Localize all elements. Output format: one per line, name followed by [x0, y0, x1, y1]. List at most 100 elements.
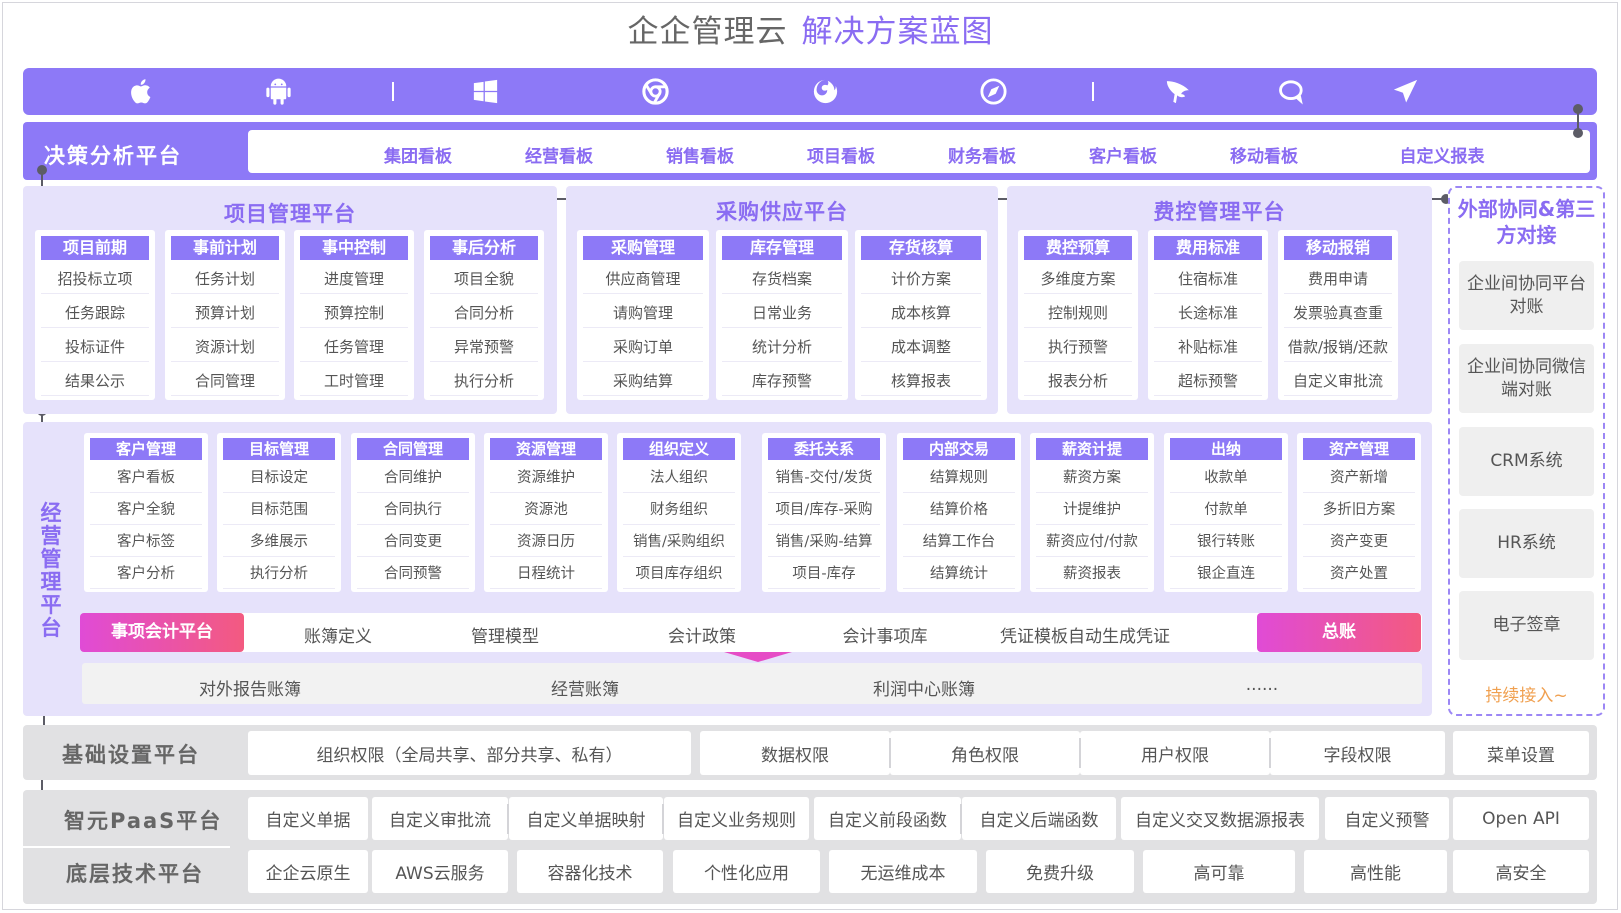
module-item[interactable]: 合同维护 [357, 464, 469, 493]
tech-item[interactable]: 个性化应用 [673, 850, 820, 893]
module-item[interactable]: 销售/采购组织 [623, 528, 735, 557]
module-item[interactable]: 采购订单 [583, 332, 703, 362]
module-item[interactable]: 统计分析 [722, 332, 842, 362]
module-item[interactable]: 合同变更 [357, 528, 469, 557]
module-item[interactable]: 合同预警 [357, 560, 469, 589]
module-item[interactable]: 发票验真查重 [1284, 298, 1392, 328]
module-item[interactable]: 资源计划 [171, 332, 279, 362]
module-header[interactable]: 费用标准 [1154, 236, 1262, 260]
paas-item[interactable]: 自定义后端函数 [962, 797, 1116, 840]
module-item[interactable]: 采购结算 [583, 366, 703, 396]
module-header[interactable]: 费控预算 [1024, 236, 1132, 260]
ledger-item[interactable]: 对外报告账簿 [199, 675, 301, 700]
module-item[interactable]: 成本核算 [861, 298, 981, 328]
module-header[interactable]: 内部交易 [903, 438, 1015, 460]
decision-item[interactable]: 财务看板 [948, 142, 1016, 167]
module-item[interactable]: 招投标立项 [41, 264, 149, 294]
module-item[interactable]: 库存预警 [722, 366, 842, 396]
module-item[interactable]: 任务计划 [171, 264, 279, 294]
ledger-item[interactable]: 利润中心账簿 [873, 675, 975, 700]
module-item[interactable]: 任务跟踪 [41, 298, 149, 328]
module-header[interactable]: 客户管理 [90, 438, 202, 460]
module-item[interactable]: 付款单 [1170, 496, 1282, 525]
module-item[interactable]: 任务管理 [300, 332, 408, 362]
paas-item[interactable]: 自定义审批流 [372, 797, 508, 840]
tech-item[interactable]: 免费升级 [986, 850, 1134, 893]
paas-item[interactable]: Open API [1453, 797, 1589, 840]
module-item[interactable]: 客户看板 [90, 464, 202, 493]
decision-item[interactable]: 经营看板 [525, 142, 593, 167]
module-item[interactable]: 工时管理 [300, 366, 408, 396]
decision-item[interactable]: 客户看板 [1089, 142, 1157, 167]
module-item[interactable]: 长途标准 [1154, 298, 1262, 328]
module-item[interactable]: 销售/采购-结算 [768, 528, 880, 557]
accounting-item[interactable]: 凭证模板自动生成凭证 [1000, 622, 1170, 647]
module-item[interactable]: 财务组织 [623, 496, 735, 525]
module-item[interactable]: 控制规则 [1024, 298, 1132, 328]
module-item[interactable]: 收款单 [1170, 464, 1282, 493]
module-header[interactable]: 资产管理 [1303, 438, 1415, 460]
module-item[interactable]: 资产处置 [1303, 560, 1415, 589]
module-item[interactable]: 费用申请 [1284, 264, 1392, 294]
external-item[interactable]: 电子签章 [1459, 591, 1594, 660]
module-item[interactable]: 借款/报销/还款 [1284, 332, 1392, 362]
paas-item[interactable]: 自定义单据 [248, 797, 368, 840]
module-item[interactable]: 结算价格 [903, 496, 1015, 525]
module-header[interactable]: 委托关系 [768, 438, 880, 460]
module-item[interactable]: 超标预警 [1154, 366, 1262, 396]
module-header[interactable]: 存货核算 [861, 236, 981, 260]
module-header[interactable]: 采购管理 [583, 236, 703, 260]
module-item[interactable]: 合同执行 [357, 496, 469, 525]
module-header[interactable]: 事后分析 [430, 236, 538, 260]
module-item[interactable]: 执行预警 [1024, 332, 1132, 362]
module-item[interactable]: 补贴标准 [1154, 332, 1262, 362]
tech-item[interactable]: 无运维成本 [829, 850, 977, 893]
module-item[interactable]: 多维展示 [223, 528, 335, 557]
accounting-item[interactable]: 会计政策 [668, 622, 736, 647]
decision-item[interactable]: 项目看板 [807, 142, 875, 167]
module-item[interactable]: 目标范围 [223, 496, 335, 525]
basic-item[interactable]: 菜单设置 [1453, 731, 1589, 775]
basic-item[interactable]: 数据权限 [700, 731, 890, 775]
module-item[interactable]: 目标设定 [223, 464, 335, 493]
external-item[interactable]: HR系统 [1459, 509, 1594, 578]
paas-item[interactable]: 自定义业务规则 [664, 797, 809, 840]
module-item[interactable]: 客户分析 [90, 560, 202, 589]
basic-item[interactable]: 角色权限 [890, 731, 1080, 775]
module-item[interactable]: 投标证件 [41, 332, 149, 362]
module-item[interactable]: 银企直连 [1170, 560, 1282, 589]
module-item[interactable]: 项目-库存 [768, 560, 880, 589]
external-item[interactable]: CRM系统 [1459, 427, 1594, 496]
module-item[interactable]: 客户标签 [90, 528, 202, 557]
module-item[interactable]: 结算工作台 [903, 528, 1015, 557]
module-header[interactable]: 合同管理 [357, 438, 469, 460]
basic-item[interactable]: 字段权限 [1270, 731, 1445, 775]
basic-item[interactable]: 用户权限 [1080, 731, 1270, 775]
accounting-item[interactable]: 会计事项库 [843, 622, 928, 647]
module-item[interactable]: 核算报表 [861, 366, 981, 396]
decision-item[interactable]: 销售看板 [666, 142, 734, 167]
paas-item[interactable]: 自定义单据映射 [509, 797, 663, 840]
module-item[interactable]: 自定义审批流 [1284, 366, 1392, 396]
module-item[interactable]: 进度管理 [300, 264, 408, 294]
module-item[interactable]: 销售-交付/发货 [768, 464, 880, 493]
module-header[interactable]: 薪资计提 [1036, 438, 1148, 460]
module-item[interactable]: 多维度方案 [1024, 264, 1132, 294]
module-item[interactable]: 执行分析 [430, 366, 538, 396]
general-ledger-pill[interactable]: 总账 [1257, 613, 1421, 652]
module-item[interactable]: 合同分析 [430, 298, 538, 328]
module-item[interactable]: 住宿标准 [1154, 264, 1262, 294]
module-item[interactable]: 银行转账 [1170, 528, 1282, 557]
paas-item[interactable]: 自定义交叉数据源报表 [1121, 797, 1319, 840]
module-item[interactable]: 薪资应付/付款 [1036, 528, 1148, 557]
module-item[interactable]: 结果公示 [41, 366, 149, 396]
module-item[interactable]: 执行分析 [223, 560, 335, 589]
module-item[interactable]: 报表分析 [1024, 366, 1132, 396]
module-item[interactable]: 法人组织 [623, 464, 735, 493]
decision-item[interactable]: 自定义报表 [1400, 142, 1485, 167]
module-header[interactable]: 移动报销 [1284, 236, 1392, 260]
module-item[interactable]: 项目/库存-采购 [768, 496, 880, 525]
tech-item[interactable]: 容器化技术 [517, 850, 663, 893]
module-item[interactable]: 薪资方案 [1036, 464, 1148, 493]
module-item[interactable]: 资源日历 [490, 528, 602, 557]
